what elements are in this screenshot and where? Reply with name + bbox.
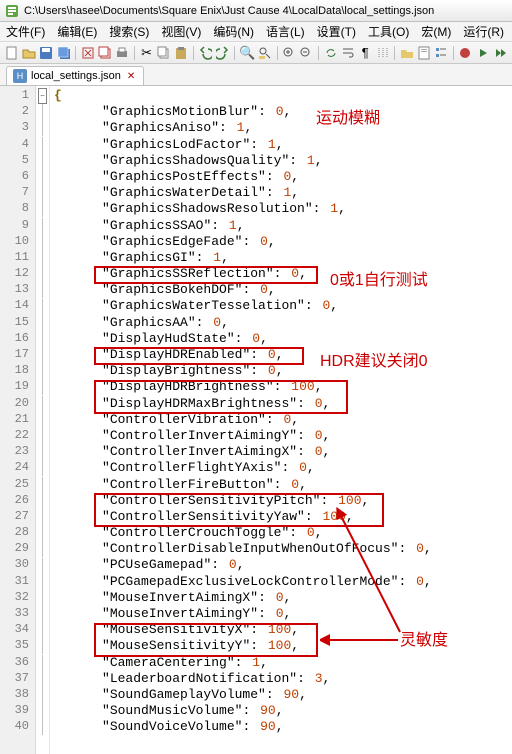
code-line[interactable]: "ControllerVibration": 0, [54,412,512,428]
menu-macro[interactable]: 宏(M) [415,23,457,40]
code-line[interactable]: "GraphicsEdgeFade": 0, [54,234,512,250]
print-icon[interactable] [115,44,130,62]
code-line[interactable]: "DisplayHDRBrightness": 100, [54,379,512,395]
code-line[interactable]: "SoundGameplayVolume": 90, [54,687,512,703]
code-line[interactable]: "MouseInvertAimingX": 0, [54,590,512,606]
code-line[interactable]: "DisplayBrightness": 0, [54,363,512,379]
code-line[interactable]: "MouseSensitivityY": 100, [54,638,512,654]
open-file-icon[interactable] [21,44,36,62]
code-line[interactable]: "CameraCentering": 1, [54,655,512,671]
menu-bar: 文件(F) 编辑(E) 搜索(S) 视图(V) 编码(N) 语言(L) 设置(T… [0,22,512,42]
zoom-out-icon[interactable] [299,44,314,62]
menu-file[interactable]: 文件(F) [0,23,51,40]
toolbar: ✂ 🔍 ¶ [0,42,512,64]
fold-strip: − [36,86,50,754]
editor[interactable]: 1234567891011121314151617181920212223242… [0,86,512,754]
code-line[interactable]: "GraphicsShadowsQuality": 1, [54,153,512,169]
code-line[interactable]: "ControllerFlightYAxis": 0, [54,460,512,476]
tab-active[interactable]: H local_settings.json ✕ [6,66,144,85]
code-line[interactable]: "ControllerInvertAimingX": 0, [54,444,512,460]
code-line[interactable]: "ControllerSensitivityYaw": 100, [54,509,512,525]
code-line[interactable]: "SoundMusicVolume": 90, [54,703,512,719]
sync-icon[interactable] [323,44,338,62]
fold-toggle-icon[interactable]: − [38,88,47,104]
copy-icon[interactable] [156,44,171,62]
code-line[interactable]: "ControllerInvertAimingY": 0, [54,428,512,444]
code-line[interactable]: "GraphicsAA": 0, [54,315,512,331]
tab-file-icon: H [13,69,27,83]
wordwrap-icon[interactable] [340,44,355,62]
code-line[interactable]: "GraphicsBokehDOF": 0, [54,282,512,298]
menu-edit[interactable]: 编辑(E) [51,23,103,40]
close-all-icon[interactable] [97,44,112,62]
menu-language[interactable]: 语言(L) [260,23,311,40]
cut-icon[interactable]: ✂ [139,44,154,62]
code-line[interactable]: "GraphicsSSAO": 1, [54,218,512,234]
show-all-icon[interactable]: ¶ [358,44,373,62]
code-line[interactable]: "ControllerDisableInputWhenOutOfFocus": … [54,541,512,557]
code-line[interactable]: "LeaderboardNotification": 3, [54,671,512,687]
undo-icon[interactable] [198,44,213,62]
doc-map-icon[interactable] [416,44,431,62]
code-line[interactable]: "MouseInvertAimingY": 0, [54,606,512,622]
function-list-icon[interactable] [434,44,449,62]
code-line[interactable]: "GraphicsLodFactor": 1, [54,137,512,153]
code-line[interactable]: "ControllerCrouchToggle": 0, [54,525,512,541]
code-line[interactable]: "GraphicsMotionBlur": 0, [54,104,512,120]
record-icon[interactable] [458,44,473,62]
code-line[interactable]: "GraphicsGI": 1, [54,250,512,266]
code-line[interactable]: "GraphicsWaterTesselation": 0, [54,298,512,314]
find-icon[interactable]: 🔍 [239,44,255,62]
indent-guide-icon[interactable] [375,44,390,62]
replace-icon[interactable] [257,44,272,62]
menu-view[interactable]: 视图(V) [155,23,207,40]
menu-settings[interactable]: 设置(T) [311,23,362,40]
code-line[interactable]: { [54,88,512,104]
code-line[interactable]: "DisplayHudState": 0, [54,331,512,347]
code-content[interactable]: {"GraphicsMotionBlur": 0,"GraphicsAniso"… [50,86,512,754]
code-line[interactable]: "ControllerSensitivityPitch": 100, [54,493,512,509]
paste-icon[interactable] [174,44,189,62]
line-number-gutter: 1234567891011121314151617181920212223242… [0,86,36,754]
code-line[interactable]: "ControllerFireButton": 0, [54,477,512,493]
code-line[interactable]: "MouseSensitivityX": 100, [54,622,512,638]
app-icon [4,3,20,19]
save-all-icon[interactable] [56,44,71,62]
play-icon[interactable] [475,44,490,62]
code-line[interactable]: "GraphicsShadowsResolution": 1, [54,201,512,217]
code-line[interactable]: "DisplayHDRMaxBrightness": 0, [54,396,512,412]
folder-icon[interactable] [399,44,414,62]
tab-close-icon[interactable]: ✕ [127,71,135,82]
menu-run[interactable]: 运行(R) [457,23,510,40]
code-line[interactable]: "DisplayHDREnabled": 0, [54,347,512,363]
title-bar: C:\Users\hasee\Documents\Square Enix\Jus… [0,0,512,22]
close-icon[interactable] [80,44,95,62]
window-title: C:\Users\hasee\Documents\Square Enix\Jus… [24,5,434,17]
redo-icon[interactable] [215,44,230,62]
code-line[interactable]: "SoundVoiceVolume": 90, [54,719,512,735]
menu-search[interactable]: 搜索(S) [103,23,155,40]
code-line[interactable]: "GraphicsWaterDetail": 1, [54,185,512,201]
zoom-in-icon[interactable] [281,44,296,62]
save-icon[interactable] [39,44,54,62]
code-line[interactable]: "GraphicsAniso": 1, [54,120,512,136]
menu-encode[interactable]: 编码(N) [207,23,260,40]
code-line[interactable]: "PCGamepadExclusiveLockControllerMode": … [54,574,512,590]
code-line[interactable]: "PCUseGamepad": 0, [54,557,512,573]
tab-strip: H local_settings.json ✕ [0,64,512,86]
new-file-icon[interactable] [4,44,19,62]
play-multi-icon[interactable] [492,44,507,62]
code-line[interactable]: "GraphicsSSReflection": 0, [54,266,512,282]
menu-tools[interactable]: 工具(O) [362,23,415,40]
tab-label: local_settings.json [31,70,121,82]
code-line[interactable]: "GraphicsPostEffects": 0, [54,169,512,185]
